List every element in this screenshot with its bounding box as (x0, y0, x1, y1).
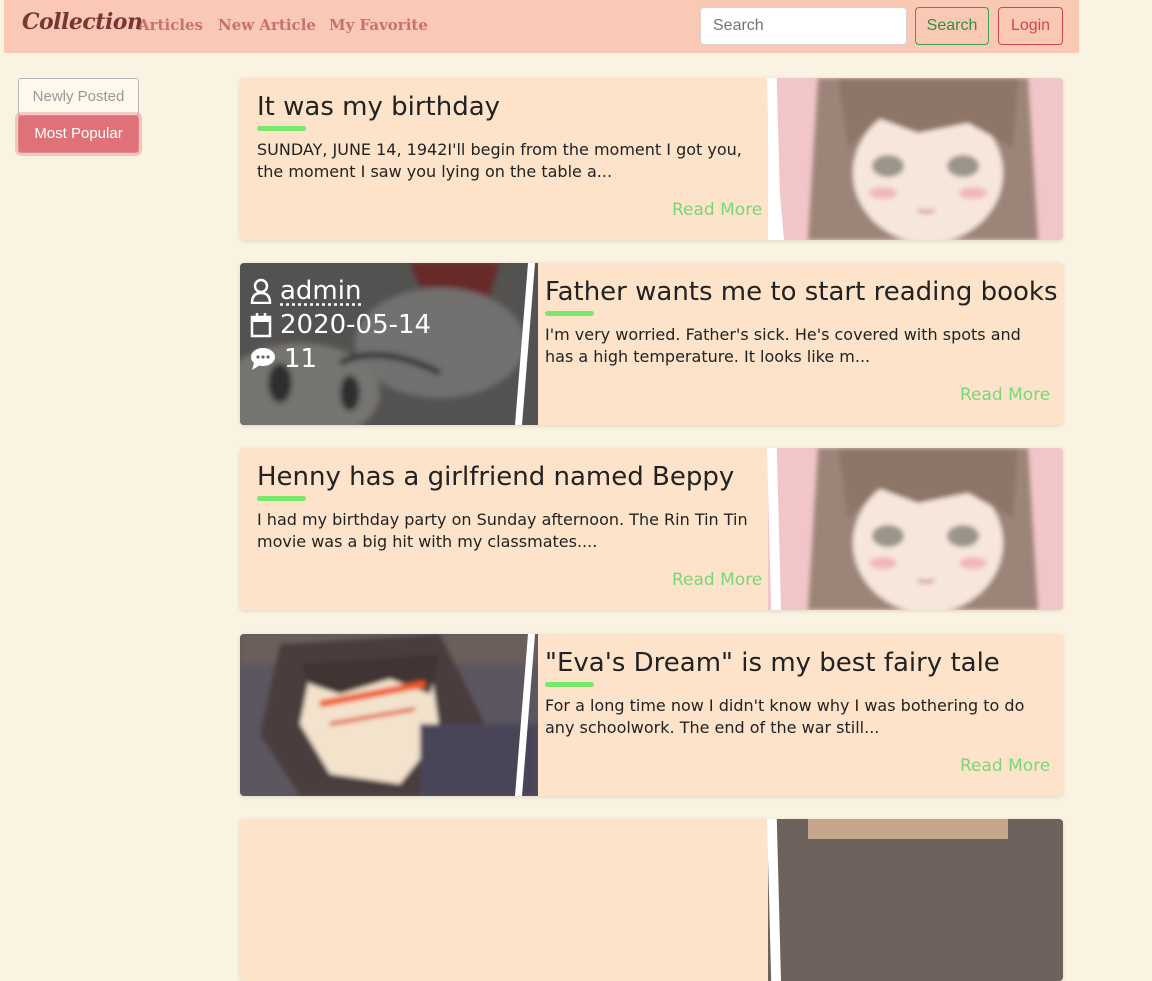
post-date: 2020-05-14 (280, 310, 432, 340)
nav-link-new-article[interactable]: New Article (218, 16, 316, 34)
read-more-link[interactable]: Read More (672, 570, 762, 590)
read-more-link[interactable]: Read More (672, 200, 762, 220)
article-card: Henny has a girlfriend named Beppy I had… (240, 448, 1063, 610)
author-link[interactable]: admin (280, 276, 361, 306)
article-title[interactable]: Father wants me to start reading books (545, 277, 1058, 307)
read-more-link[interactable]: Read More (960, 385, 1050, 405)
read-more-link[interactable]: Read More (960, 756, 1050, 776)
meta-comments: 11 (250, 344, 317, 374)
article-card: "Eva's Dream" is my best fairy tale For … (240, 634, 1063, 796)
title-underline (545, 682, 594, 687)
login-button[interactable]: Login (998, 7, 1063, 45)
article-card: It was my birthday SUNDAY, JUNE 14, 1942… (240, 78, 1063, 240)
navbar: Collection Articles New Article My Favor… (4, 0, 1079, 53)
meta-author: admin (250, 276, 361, 306)
article-title[interactable]: "Eva's Dream" is my best fairy tale (545, 648, 1000, 678)
comment-count: 11 (284, 344, 318, 374)
nav-link-my-favorite[interactable]: My Favorite (329, 16, 428, 34)
article-excerpt: SUNDAY, JUNE 14, 1942I'll begin from the… (257, 140, 742, 181)
sidebar-item-newly-posted[interactable]: Newly Posted (18, 78, 139, 116)
article-excerpt: I'm very worried. Father's sick. He's co… (545, 325, 1021, 366)
article-excerpt: I had my birthday party on Sunday aftern… (257, 510, 748, 551)
search-button[interactable]: Search (915, 7, 989, 45)
article-title[interactable]: Henny has a girlfriend named Beppy (257, 462, 734, 492)
anime-girl-image (768, 78, 1063, 240)
meta-date: 2020-05-14 (250, 310, 431, 340)
nav-link-articles[interactable]: Articles (138, 16, 203, 34)
article-thumbnail (768, 819, 1063, 981)
title-underline (257, 126, 306, 131)
article-image[interactable] (240, 634, 538, 796)
anime-boy-image (240, 634, 538, 796)
article-image[interactable] (768, 819, 1063, 981)
article-card (240, 819, 1063, 981)
calendar-icon (250, 313, 272, 338)
article-image[interactable] (768, 448, 1063, 610)
article-card: admin 2020-05-14 11 Father wants me to s… (240, 263, 1063, 425)
search-input[interactable] (700, 7, 907, 45)
article-excerpt: For a long time now I didn't know why I … (545, 696, 1025, 737)
sidebar-item-most-popular[interactable]: Most Popular (18, 115, 139, 153)
user-icon (250, 278, 272, 304)
title-underline (545, 311, 594, 316)
brand-logo[interactable]: Collection (22, 9, 143, 35)
anime-girl-image (768, 448, 1063, 610)
title-underline (257, 496, 306, 501)
article-image[interactable] (768, 78, 1063, 240)
comment-icon (251, 348, 275, 370)
article-title[interactable]: It was my birthday (257, 92, 500, 122)
